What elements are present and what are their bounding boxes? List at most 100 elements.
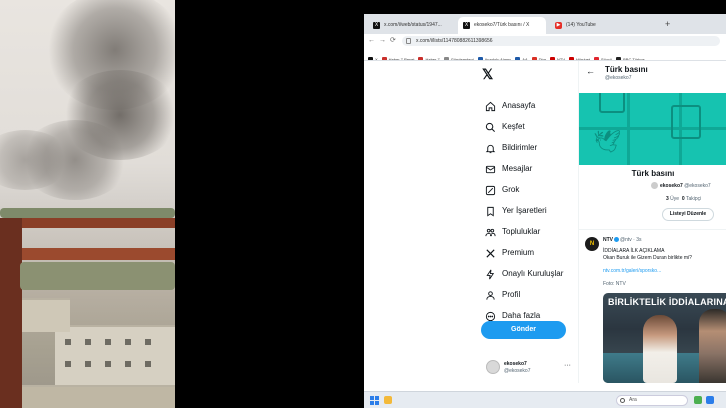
nav-item-anasayfa[interactable]: Anasayfa [484,98,535,114]
grok-icon [484,184,496,196]
forward-arrow-icon[interactable]: → [379,36,386,46]
communities-icon [484,226,496,238]
tab-youtube[interactable]: ▶ (14) YouTube [550,17,640,34]
youtube-icon: ▶ [555,22,562,29]
list-title: Türk basını [631,169,675,178]
nav-item-keşfet[interactable]: Keşfet [484,119,525,135]
tweet-photo-credit: Foto: NTV [603,281,626,287]
browser-window: Xx.com/i/web/status/1947... Xekoseko7/Tü… [364,14,726,408]
x-icon: X [373,22,380,29]
list-stats: 3 Üye 0 Takipçi [666,196,702,202]
windows-start-icon[interactable] [370,396,379,405]
taskbar-search[interactable]: Ara [616,395,688,406]
nav-item-label: Bildirimler [502,143,538,152]
account-name: ekoseko7 [504,361,527,367]
more-icon[interactable]: ··· [564,362,571,369]
navigation-bar: ← → ⟳ x.com/i/lists/1147808826113986​56 [364,34,726,48]
back-arrow-icon[interactable]: ← [368,36,375,46]
person-icon [484,289,496,301]
avatar[interactable]: N [585,237,599,251]
lock-icon [406,38,411,44]
divider [579,229,726,230]
search-icon [484,121,496,133]
bookmark-item[interactable]: BBC Türkçe [616,53,645,60]
list-header-title: Türk basını [605,65,648,74]
bookmark-item[interactable]: Hürriyet [568,53,590,60]
edit-list-button[interactable]: Listeyi Düzenle [662,208,714,221]
nav-item-topluluklar[interactable]: Topluluklar [484,224,540,240]
tweet-text-line: İDDİALARA İLK AÇIKLAMA [603,248,665,254]
balcony-pillar [0,218,22,408]
bell-icon [484,142,496,154]
bookmark-item[interactable]: Haber 7 [418,53,440,60]
nav-item-label: Onaylı Kuruluşlar [502,269,564,278]
list-header-handle: @ekoseko7 [605,75,632,81]
building [22,385,175,408]
nav-item-label: Anasayfa [502,101,536,110]
nav-item-bildirimler[interactable]: Bildirimler [484,140,537,156]
mail-icon [484,163,496,175]
balcony-railing-bottom [0,248,175,260]
tweet-media[interactable]: BİRLİKTELİK İDDİALARINA [603,293,726,383]
bookmark-item[interactable]: Haber 7 Reset [381,53,414,60]
bookmark-item[interactable]: Sözcü [594,53,612,60]
tweet-link[interactable]: ntv.com.tr/galeri/sporsko... [603,268,661,274]
tab-bar: Xx.com/i/web/status/1947... Xekoseko7/Tü… [364,14,726,34]
lightning-icon [484,268,496,280]
tab-status[interactable]: Xx.com/i/web/status/1947... [368,17,454,34]
search-icon [620,398,625,403]
bookmark-item[interactable]: Anadolu Ajansı [477,53,511,60]
distant-horizon [0,208,175,218]
avatar [651,182,658,189]
account-handle: @ekoseko7 [504,368,531,374]
tweet-author: NTV @ntv · 3s [603,237,642,243]
bookmark-item[interactable]: X [368,53,378,60]
list-banner: 🕊 [579,93,726,165]
file-explorer-icon[interactable] [384,396,392,404]
nav-item-yer-i-şaretleri[interactable]: Yer İşaretleri [484,203,547,219]
person [699,309,726,383]
x-premium-icon [484,247,496,259]
building [22,298,70,332]
document-icon [599,93,625,113]
followers-count[interactable]: 0 [682,196,685,202]
nav-item-mesajlar[interactable]: Mesajlar [484,161,532,177]
nav-item-label: Keşfet [502,122,525,131]
nav-item-label: Grok [502,185,520,194]
new-tab-button[interactable]: + [665,19,670,29]
back-arrow-icon[interactable]: ← [586,66,595,76]
bookmark-item[interactable]: AA [515,53,528,60]
x-icon: X [463,22,470,29]
list-column: ← Türk basını @ekoseko7 🕊 Türk basını ek… [578,61,726,383]
tab-turk-basini[interactable]: Xekoseko7/Türk basını / X [458,17,546,34]
x-sidebar: 𝕏 Anasayfa Keşfet Bildirimler Mesajlar Grok Y… [364,61,578,383]
bookmark-item[interactable]: Dha [531,53,546,60]
bookmark-item[interactable]: Gündemdegi [443,53,474,60]
bookmark-icon [484,205,496,217]
home-icon [484,100,496,112]
edge-icon[interactable] [706,396,714,404]
bookmark-item[interactable]: NTV [549,53,565,60]
address-bar[interactable]: x.com/i/lists/1147808826113986​56 [402,36,720,46]
nav-item-profil[interactable]: Profil [484,287,520,303]
trees [20,262,175,290]
chrome-icon[interactable] [694,396,702,404]
nav-item-label: Mesajlar [502,164,533,173]
nav-item-premium[interactable]: Premium [484,245,534,261]
account-switcher[interactable]: ekoseko7 @ekoseko7 ··· [484,356,576,380]
nav-item-label: Topluluklar [502,227,541,236]
list-header: ← Türk basını @ekoseko7 [579,61,726,93]
tweet[interactable]: N NTV @ntv · 3s İDDİALARA İLK AÇIKLAMA Ok… [579,231,726,383]
reload-icon[interactable]: ⟳ [390,36,396,46]
person [643,315,677,383]
nav-item-onaylı-kuruluşlar[interactable]: Onaylı Kuruluşlar [484,266,563,282]
bird-icon: 🕊 [593,129,621,154]
avatar [486,360,500,374]
members-count[interactable]: 3 [666,196,669,202]
x-logo[interactable]: 𝕏 [482,66,493,82]
list-owner[interactable]: ekoseko7 @ekoseko7 [651,182,711,189]
nav-item-grok[interactable]: Grok [484,182,519,198]
bookmarks-bar: X Haber 7 Reset Haber 7 Gündemdegi Anadolu A… [364,48,726,61]
nav-item-label: Profil [502,290,521,299]
post-button[interactable]: Gönder [481,321,566,339]
